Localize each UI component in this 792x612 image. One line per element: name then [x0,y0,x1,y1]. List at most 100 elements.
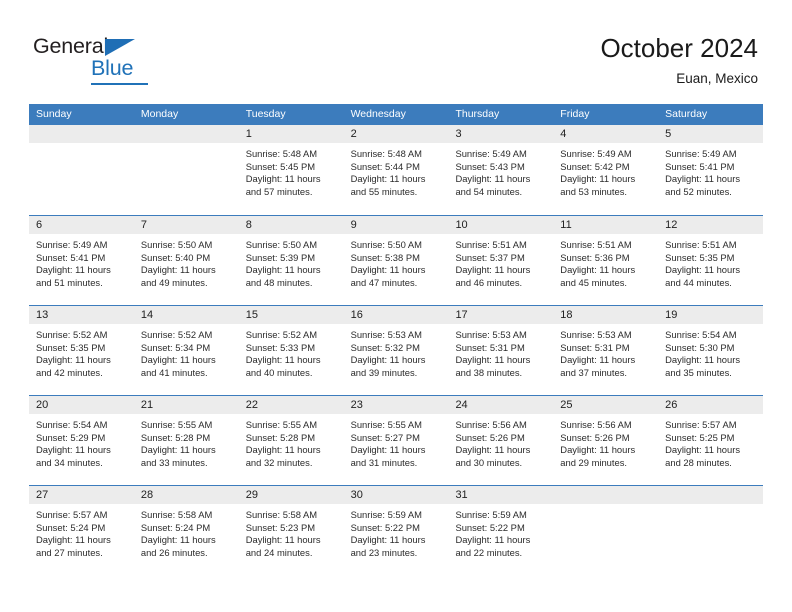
daylight-duration-line2: and 28 minutes. [665,456,732,468]
sunrise-time: Sunrise: 5:57 AM [665,419,737,430]
day-details: Sunrise: 5:50 AM Sunset: 5:38 PM Daylight:… [344,234,449,289]
sunrise-time: Sunrise: 5:50 AM [350,239,422,250]
calendar-day-cell[interactable]: 19 Sunrise: 5:54 AM Sunset: 5:30 PM Dayligh… [658,306,764,395]
sunset-time: Sunset: 5:31 PM [560,341,630,353]
calendar-page: General Blue October 2024 Euan, Mexico S… [0,0,792,612]
calendar-day-cell[interactable]: 22 Sunrise: 5:55 AM Sunset: 5:28 PM Dayligh… [238,396,344,485]
weekday-header-saturday: Saturday [665,108,708,120]
calendar-day-cell[interactable]: 17 Sunrise: 5:53 AM Sunset: 5:31 PM Dayligh… [448,306,554,395]
title-block: October 2024 Euan, Mexico [600,33,758,86]
sunset-time: Sunset: 5:42 PM [560,160,630,172]
day-number: 24 [448,396,554,414]
sunset-time: Sunset: 5:25 PM [665,431,735,443]
calendar-day-cell[interactable]: 31 Sunrise: 5:59 AM Sunset: 5:22 PM Dayligh… [448,486,554,575]
logo-text-blue: Blue [91,56,134,80]
daylight-duration-line1: Daylight: 11 hours [455,354,531,366]
daylight-duration-line1: Daylight: 11 hours [36,354,111,366]
daylight-duration-line1: Daylight: 11 hours [560,173,636,185]
daylight-duration-line2: and 55 minutes. [350,185,418,197]
sunset-time: Sunset: 5:35 PM [36,341,106,353]
sunset-time: Sunset: 5:24 PM [36,521,106,533]
day-number: 30 [343,486,449,504]
calendar-day-cell[interactable]: 28 Sunrise: 5:58 AM Sunset: 5:24 PM Dayligh… [133,486,239,575]
calendar-day-cell[interactable]: 20 Sunrise: 5:54 AM Sunset: 5:29 PM Dayligh… [29,396,134,485]
calendar-day-cell[interactable]: 6 Sunrise: 5:49 AM Sunset: 5:41 PM Daylight… [29,216,134,305]
calendar-day-cell[interactable]: 5 Sunrise: 5:49 AM Sunset: 5:41 PM Daylight… [658,125,764,215]
daylight-duration-line1: Daylight: 11 hours [245,354,321,366]
calendar-day-cell[interactable]: 18 Sunrise: 5:53 AM Sunset: 5:31 PM Dayligh… [553,306,659,395]
daylight-duration-line1: Daylight: 11 hours [665,173,741,185]
day-number: 9 [343,216,449,234]
daylight-duration-line2: and 30 minutes. [455,456,523,468]
sunset-time: Sunset: 5:32 PM [350,341,420,353]
generalblue-logo[interactable]: General Blue [33,35,233,88]
calendar-day-cell[interactable]: 23 Sunrise: 5:55 AM Sunset: 5:27 PM Dayligh… [343,396,449,485]
day-number: 4 [553,125,659,143]
sunset-time: Sunset: 5:23 PM [245,521,316,533]
calendar-day-cell[interactable]: 29 Sunrise: 5:58 AM Sunset: 5:23 PM Dayligh… [238,486,344,575]
sunset-time: Sunset: 5:41 PM [665,160,735,172]
sunrise-time: Sunrise: 5:54 AM [665,329,737,340]
calendar-day-cell[interactable]: 12 Sunrise: 5:51 AM Sunset: 5:35 PM Dayligh… [658,216,764,305]
calendar-day-cell[interactable]: 2 Sunrise: 5:48 AM Sunset: 5:44 PM Daylight… [343,125,449,215]
sunset-time: Sunset: 5:27 PM [350,431,420,443]
daylight-duration-line2: and 22 minutes. [455,546,523,558]
sunrise-time: Sunrise: 5:52 AM [140,329,213,340]
calendar-day-cell[interactable]: 8 Sunrise: 5:50 AM Sunset: 5:39 PM Daylight… [238,216,344,305]
calendar-day-cell[interactable]: 26 Sunrise: 5:57 AM Sunset: 5:25 PM Dayligh… [658,396,764,485]
day-number: 2 [343,125,449,143]
day-number: 8 [238,216,344,234]
day-details: Sunrise: 5:50 AM Sunset: 5:40 PM Daylight:… [134,234,239,289]
calendar-day-cell[interactable]: 7 Sunrise: 5:50 AM Sunset: 5:40 PM Daylight… [133,216,239,305]
sunrise-time: Sunrise: 5:55 AM [350,419,422,430]
sunset-time: Sunset: 5:43 PM [455,160,525,172]
logo-underline [91,83,148,85]
sunrise-time: Sunrise: 5:59 AM [350,509,422,520]
daylight-duration-line1: Daylight: 11 hours [665,354,741,366]
calendar-day-cell[interactable]: 13 Sunrise: 5:52 AM Sunset: 5:35 PM Dayligh… [29,306,134,395]
calendar-day-cell[interactable]: 27 Sunrise: 5:57 AM Sunset: 5:24 PM Dayligh… [29,486,134,575]
calendar-day-cell[interactable]: 24 Sunrise: 5:56 AM Sunset: 5:26 PM Dayligh… [448,396,554,485]
sunrise-time: Sunrise: 5:49 AM [665,148,737,159]
day-details: Sunrise: 5:49 AM Sunset: 5:43 PM Daylight:… [448,143,553,198]
daylight-duration-line2: and 51 minutes. [36,276,103,288]
calendar-day-cell[interactable]: 21 Sunrise: 5:55 AM Sunset: 5:28 PM Dayligh… [133,396,239,485]
day-details: Sunrise: 5:48 AM Sunset: 5:45 PM Daylight:… [239,143,344,198]
sunset-time: Sunset: 5:28 PM [245,431,316,443]
daylight-duration-line2: and 52 minutes. [665,185,732,197]
day-number [553,486,659,504]
calendar-day-cell[interactable]: 4 Sunrise: 5:49 AM Sunset: 5:42 PM Daylight… [553,125,659,215]
sunset-time: Sunset: 5:38 PM [350,251,420,263]
daylight-duration-line2: and 34 minutes. [36,456,103,468]
sunrise-time: Sunrise: 5:48 AM [245,148,318,159]
sunrise-time: Sunrise: 5:57 AM [36,509,108,520]
day-details: Sunrise: 5:53 AM Sunset: 5:32 PM Daylight:… [344,324,449,379]
calendar-day-cell[interactable]: 15 Sunrise: 5:52 AM Sunset: 5:33 PM Dayligh… [238,306,344,395]
calendar-weeks: 1 Sunrise: 5:48 AM Sunset: 5:45 PM Daylight… [29,125,764,575]
calendar-day-cell[interactable]: 25 Sunrise: 5:56 AM Sunset: 5:26 PM Dayligh… [553,396,659,485]
daylight-duration-line1: Daylight: 11 hours [455,264,531,276]
sunrise-time: Sunrise: 5:58 AM [140,509,213,520]
sunrise-time: Sunrise: 5:49 AM [560,148,632,159]
calendar-week-row: 13 Sunrise: 5:52 AM Sunset: 5:35 PM Dayligh… [29,305,764,395]
sunrise-time: Sunrise: 5:50 AM [140,239,213,250]
weekday-header-sunday: Sunday [36,108,72,120]
calendar-day-cell[interactable]: 1 Sunrise: 5:48 AM Sunset: 5:45 PM Daylight… [238,125,344,215]
calendar-day-cell[interactable]: 11 Sunrise: 5:51 AM Sunset: 5:36 PM Dayligh… [553,216,659,305]
daylight-duration-line2: and 26 minutes. [140,546,208,558]
day-number: 6 [29,216,134,234]
sunrise-time: Sunrise: 5:55 AM [245,419,318,430]
daylight-duration-line1: Daylight: 11 hours [140,444,216,456]
weekday-header-wednesday: Wednesday [350,108,406,120]
sunset-time: Sunset: 5:45 PM [245,160,316,172]
daylight-duration-line2: and 37 minutes. [560,366,628,378]
day-number: 31 [448,486,554,504]
calendar-day-cell[interactable]: 30 Sunrise: 5:59 AM Sunset: 5:22 PM Dayligh… [343,486,449,575]
calendar-day-cell[interactable]: 14 Sunrise: 5:52 AM Sunset: 5:34 PM Dayligh… [133,306,239,395]
daylight-duration-line2: and 24 minutes. [245,546,313,558]
day-details: Sunrise: 5:51 AM Sunset: 5:35 PM Daylight:… [658,234,763,289]
calendar-day-cell[interactable]: 10 Sunrise: 5:51 AM Sunset: 5:37 PM Dayligh… [448,216,554,305]
calendar-day-cell[interactable]: 3 Sunrise: 5:49 AM Sunset: 5:43 PM Daylight… [448,125,554,215]
calendar-day-cell[interactable]: 9 Sunrise: 5:50 AM Sunset: 5:38 PM Daylight… [343,216,449,305]
calendar-day-cell[interactable]: 16 Sunrise: 5:53 AM Sunset: 5:32 PM Dayligh… [343,306,449,395]
